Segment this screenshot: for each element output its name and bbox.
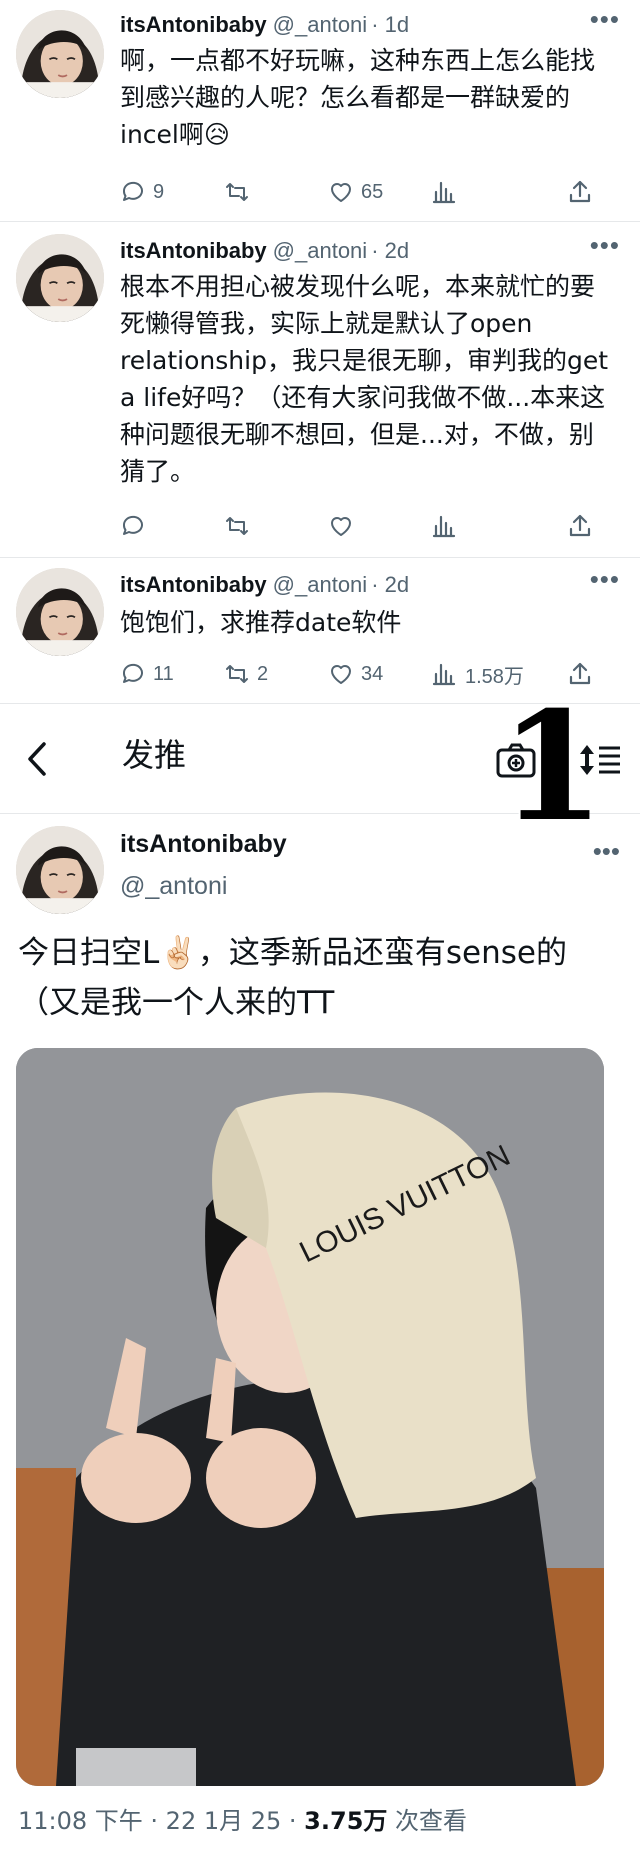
overlay-number: 1 (500, 679, 605, 855)
main-tweet-text: 今日扫空L✌🏻，这季新品还蛮有sense的（又是我一个人来的TT (18, 935, 567, 1021)
author-name[interactable]: itsAntonibaby (120, 238, 267, 263)
tweet-text: 啊，一点都不好玩嘛，这种东西上怎么能找到感兴趣的人呢？怎么看都是一群缺爱的inc… (120, 46, 596, 149)
author-handle: @_antoni (272, 238, 368, 263)
timestamp[interactable]: · 2d (371, 572, 409, 597)
retweet-icon (226, 517, 248, 535)
retweet-count: 2 (257, 662, 269, 685)
like-button[interactable]: 34 (328, 656, 432, 692)
reply-button[interactable] (120, 508, 224, 544)
reply-icon (122, 663, 143, 683)
avatar[interactable] (16, 10, 104, 98)
views-button[interactable] (432, 174, 536, 210)
avatar[interactable] (16, 568, 104, 656)
tweet-photo[interactable]: LOUIS VUITTON (16, 1048, 604, 1786)
share-icon (569, 180, 591, 203)
back-icon[interactable] (18, 734, 58, 784)
like-icon (331, 665, 351, 684)
tweet-text: 饱饱们，求推荐date软件 (120, 608, 402, 637)
tweet-2[interactable]: itsAntonibaby @_antoni · 2d ••• 根本不用担心被发现什… (0, 222, 640, 558)
views-icon (432, 663, 456, 686)
tweet-actions: 9 65 (120, 174, 600, 210)
author-name[interactable]: itsAntonibaby (120, 572, 267, 597)
timestamp[interactable]: · 1d (371, 12, 409, 37)
reply-count: 9 (153, 180, 165, 203)
page-title: 发推 (122, 736, 187, 774)
tweet-text: 根本不用担心被发现什么呢，本来就忙的要死懒得管我，实际上就是默认了open re… (120, 272, 609, 486)
author-name[interactable]: itsAntonibaby (120, 12, 267, 37)
retweet-button[interactable] (224, 174, 328, 210)
like-button[interactable]: 65 (328, 174, 432, 210)
like-icon (331, 517, 351, 536)
retweet-button[interactable]: 2 (224, 656, 328, 692)
reply-icon (122, 181, 143, 201)
like-count: 65 (361, 180, 384, 203)
tweet-meta-footer: 11:08 下午 · 22 1月 25 · 3.75万 次查看 (18, 1804, 467, 1838)
views-button[interactable] (432, 508, 536, 544)
share-button[interactable] (567, 174, 600, 210)
views-icon (432, 181, 456, 204)
timestamp[interactable]: · 2d (371, 238, 409, 263)
share-icon (569, 514, 591, 537)
author-handle: @_antoni (272, 572, 368, 597)
more-icon[interactable]: ••• (590, 4, 620, 34)
main-author-handle: @_antoni (120, 872, 228, 900)
reply-button[interactable]: 11 (120, 656, 224, 692)
more-icon[interactable]: ••• (590, 564, 620, 594)
like-count: 34 (361, 662, 384, 685)
author-handle: @_antoni (272, 12, 368, 37)
retweet-icon (226, 665, 248, 683)
tweet-1[interactable]: itsAntonibaby @_antoni · 1d ••• 啊，一点都不好玩嘛，… (0, 0, 640, 222)
reply-count: 11 (153, 662, 174, 685)
main-avatar[interactable] (16, 826, 104, 914)
retweet-icon (226, 183, 248, 201)
views-icon (432, 515, 456, 538)
view-count: 3.75万 (304, 1807, 388, 1835)
tweet-actions (120, 508, 600, 544)
share-button[interactable] (567, 508, 600, 544)
more-icon[interactable]: ••• (590, 230, 620, 260)
avatar[interactable] (16, 234, 104, 322)
tweet-timestamp[interactable]: 11:08 下午 · 22 1月 25 · (18, 1807, 304, 1835)
view-label: 次查看 (387, 1807, 468, 1835)
like-button[interactable] (328, 508, 432, 544)
main-author-name[interactable]: itsAntonibaby (120, 830, 287, 859)
retweet-button[interactable] (224, 508, 328, 544)
more-icon[interactable]: ••• (593, 836, 620, 867)
reply-button[interactable]: 9 (120, 174, 224, 210)
like-icon (331, 183, 351, 202)
reply-icon (122, 515, 143, 535)
